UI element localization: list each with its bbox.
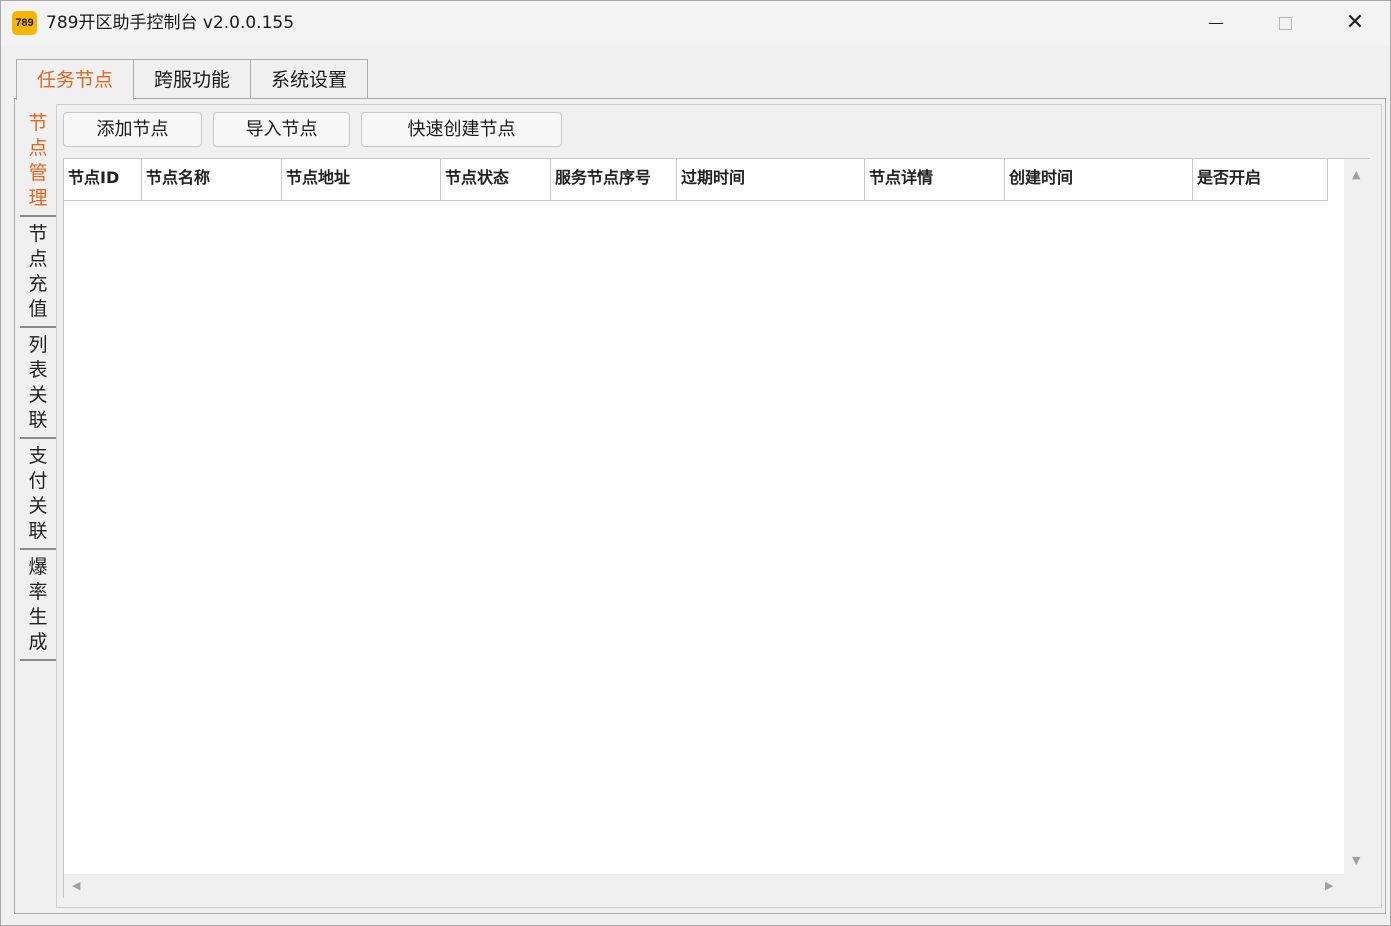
scroll-right-icon[interactable]: ▶ (1325, 880, 1333, 891)
column-header-created-time[interactable]: 创建时间 (1005, 159, 1193, 201)
side-tab-char: 爆 (28, 556, 48, 578)
scroll-left-icon[interactable]: ◀ (72, 880, 80, 891)
column-header-node-details[interactable]: 节点详情 (865, 159, 1005, 201)
title-bar: 789 789开区助手控制台 v2.0.0.155 ✕ (1, 1, 1390, 45)
import-node-button[interactable]: 导入节点 (213, 112, 350, 147)
column-header-node-address[interactable]: 节点地址 (282, 159, 441, 201)
side-tab-char: 生 (28, 606, 48, 628)
side-tab-char: 理 (28, 187, 48, 209)
scroll-down-icon[interactable]: ▼ (1352, 855, 1360, 866)
tab-task-nodes[interactable]: 任务节点 (16, 59, 134, 100)
window-title: 789开区助手控制台 v2.0.0.155 (46, 13, 295, 33)
side-tab-char: 成 (28, 631, 48, 653)
side-tab-char: 关 (28, 495, 48, 517)
column-header-node-id[interactable]: 节点ID (64, 159, 142, 201)
side-tab-char: 管 (28, 162, 48, 184)
tab-cross-server[interactable]: 跨服功能 (133, 59, 251, 99)
side-tab-char: 点 (28, 248, 48, 270)
column-header-expiry-time[interactable]: 过期时间 (677, 159, 865, 201)
quick-create-node-button[interactable]: 快速创建节点 (361, 112, 562, 147)
side-tab-char: 付 (28, 470, 48, 492)
vertical-scrollbar[interactable]: ▲ ▼ (1344, 159, 1370, 874)
side-tab-char: 关 (28, 384, 48, 406)
minimize-button[interactable] (1182, 1, 1250, 45)
side-tab-char: 联 (28, 520, 48, 542)
column-header-node-name[interactable]: 节点名称 (142, 159, 282, 201)
side-tab-char: 值 (28, 298, 48, 320)
maximize-icon (1278, 16, 1292, 30)
side-tab-char: 点 (28, 137, 48, 159)
side-tab-list-association[interactable]: 列表关联 (20, 328, 56, 439)
maximize-button[interactable] (1251, 1, 1319, 45)
side-tab-payment-association[interactable]: 支付关联 (20, 439, 56, 550)
close-icon: ✕ (1345, 10, 1365, 35)
side-tab-node-management[interactable]: 节点管理 (20, 106, 56, 217)
side-tab-char: 联 (28, 409, 48, 431)
app-window: 789 789开区助手控制台 v2.0.0.155 ✕ 任务节点 跨服功能 系统… (0, 0, 1391, 926)
close-button[interactable]: ✕ (1321, 1, 1389, 45)
side-tab-char: 率 (28, 581, 48, 603)
column-header-node-status[interactable]: 节点状态 (441, 159, 551, 201)
minimize-icon (1209, 22, 1223, 24)
scrollbar-corner (1344, 874, 1370, 898)
side-tab-char: 充 (28, 273, 48, 295)
side-tab-char: 支 (28, 445, 48, 467)
side-tab-char: 节 (28, 112, 48, 134)
column-header-enabled[interactable]: 是否开启 (1193, 159, 1328, 201)
add-node-button[interactable]: 添加节点 (63, 112, 202, 147)
side-tab-node-recharge[interactable]: 节点充值 (20, 217, 56, 328)
tab-system-settings[interactable]: 系统设置 (250, 59, 368, 99)
column-header-service-node-index[interactable]: 服务节点序号 (551, 159, 677, 201)
side-tab-drop-rate-generation[interactable]: 爆率生成 (20, 550, 56, 661)
horizontal-scrollbar[interactable]: ◀ ▶ (64, 874, 1344, 898)
side-tab-char: 列 (28, 334, 48, 356)
side-tab-char: 表 (28, 359, 48, 381)
scroll-up-icon[interactable]: ▲ (1352, 169, 1360, 180)
side-tab-bar: 节点管理 节点充值 列表关联 支付关联 爆率生成 (20, 106, 56, 661)
table-header: 节点ID 节点名称 节点地址 节点状态 服务节点序号 过期时间 节点详情 创建时… (64, 159, 1328, 201)
node-table[interactable]: 节点ID 节点名称 节点地址 节点状态 服务节点序号 过期时间 节点详情 创建时… (63, 158, 1370, 898)
side-tab-char: 节 (28, 223, 48, 245)
app-logo-icon: 789 (12, 11, 37, 35)
main-tab-bar: 任务节点 跨服功能 系统设置 (16, 59, 368, 100)
